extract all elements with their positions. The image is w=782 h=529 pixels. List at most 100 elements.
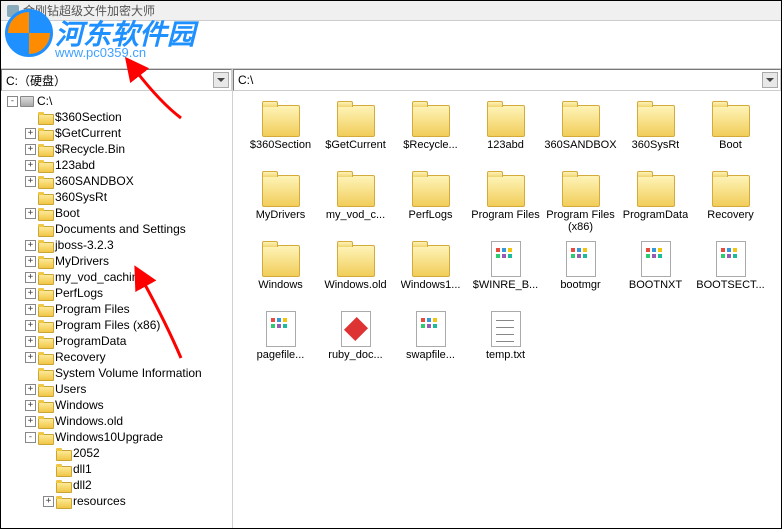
item-label: BOOTSECT... (696, 279, 764, 291)
folder-icon (635, 171, 677, 207)
tree-node[interactable]: +Program Files (x86) (1, 317, 232, 333)
folder-item[interactable]: Windows1... (393, 241, 468, 311)
tree-node[interactable]: +MyDrivers (1, 253, 232, 269)
file-item[interactable]: ruby_doc... (318, 311, 393, 381)
tree-node-label: System Volume Information (55, 366, 202, 380)
file-icon (491, 311, 521, 347)
tree-node[interactable]: +Windows (1, 397, 232, 413)
tree-node[interactable]: dll1 (1, 461, 232, 477)
expand-icon[interactable]: + (25, 160, 36, 171)
folder-item[interactable]: $360Section (243, 101, 318, 171)
collapse-icon[interactable]: - (25, 432, 36, 443)
tree-node-label: 2052 (73, 446, 100, 460)
folder-icon (56, 496, 70, 507)
folder-icon (560, 171, 602, 207)
tree-node[interactable]: +$Recycle.Bin (1, 141, 232, 157)
tree-node[interactable]: +Recovery (1, 349, 232, 365)
tree-node[interactable]: 360SysRt (1, 189, 232, 205)
tree-node[interactable]: +Program Files (1, 301, 232, 317)
file-item[interactable]: pagefile... (243, 311, 318, 381)
tree-node-label: Users (55, 382, 86, 396)
tree-node[interactable]: +360SANDBOX (1, 173, 232, 189)
expand-icon[interactable]: + (25, 272, 36, 283)
folder-item[interactable]: ProgramData (618, 171, 693, 241)
file-grid[interactable]: $360Section$GetCurrent$Recycle...123abd3… (233, 91, 781, 528)
folder-icon (56, 480, 70, 491)
expand-icon[interactable]: + (25, 288, 36, 299)
folder-item[interactable]: 360SysRt (618, 101, 693, 171)
folder-icon (410, 171, 452, 207)
item-label: temp.txt (486, 349, 525, 361)
chevron-down-icon[interactable] (213, 72, 229, 88)
expand-icon[interactable]: + (25, 240, 36, 251)
folder-item[interactable]: $GetCurrent (318, 101, 393, 171)
file-item[interactable]: temp.txt (468, 311, 543, 381)
file-item[interactable]: bootmgr (543, 241, 618, 311)
tree-node[interactable]: +resources (1, 493, 232, 509)
tree-node[interactable]: System Volume Information (1, 365, 232, 381)
file-icon (566, 241, 596, 277)
folder-item[interactable]: Boot (693, 101, 768, 171)
tree-node[interactable]: +my_vod_caching (1, 269, 232, 285)
expand-icon[interactable]: + (25, 256, 36, 267)
expand-icon[interactable]: + (25, 144, 36, 155)
expand-icon[interactable]: + (25, 384, 36, 395)
path-field[interactable]: C:\ (233, 69, 781, 91)
tree-node[interactable]: dll2 (1, 477, 232, 493)
collapse-icon[interactable]: - (7, 96, 18, 107)
folder-icon (38, 176, 52, 187)
folder-item[interactable]: 123abd (468, 101, 543, 171)
tree-node-label: 123abd (55, 158, 95, 172)
item-label: Windows (258, 279, 303, 291)
folder-item[interactable]: PerfLogs (393, 171, 468, 241)
expand-icon[interactable]: + (43, 496, 54, 507)
expand-icon[interactable]: + (25, 336, 36, 347)
tree-node[interactable]: +123abd (1, 157, 232, 173)
item-label: swapfile... (406, 349, 455, 361)
expand-icon[interactable]: + (25, 320, 36, 331)
tree-node[interactable]: + Users (1, 381, 232, 397)
file-item[interactable]: $WINRE_B... (468, 241, 543, 311)
item-label: ProgramData (623, 209, 688, 221)
chevron-down-icon[interactable] (762, 72, 778, 88)
folder-item[interactable]: Recovery (693, 171, 768, 241)
expand-icon[interactable]: + (25, 208, 36, 219)
expand-icon[interactable]: + (25, 304, 36, 315)
expand-icon[interactable]: + (25, 128, 36, 139)
tree-node[interactable]: -Windows10Upgrade (1, 429, 232, 445)
tree-node[interactable]: +PerfLogs (1, 285, 232, 301)
file-item[interactable]: BOOTNXT (618, 241, 693, 311)
folder-item[interactable]: Program Files (x86) (543, 171, 618, 241)
file-item[interactable]: swapfile... (393, 311, 468, 381)
tree-node[interactable]: +jboss-3.2.3 (1, 237, 232, 253)
item-label: 360SANDBOX (544, 139, 616, 151)
tree-spacer (43, 464, 54, 475)
expand-icon[interactable]: + (25, 352, 36, 363)
tree-node[interactable]: +$GetCurrent (1, 125, 232, 141)
folder-item[interactable]: my_vod_c... (318, 171, 393, 241)
tree-node[interactable]: +Boot (1, 205, 232, 221)
folder-tree[interactable]: -C:\$360Section+$GetCurrent+$Recycle.Bin… (1, 91, 232, 528)
file-item[interactable]: BOOTSECT... (693, 241, 768, 311)
folder-icon (38, 144, 52, 155)
tree-node[interactable]: $360Section (1, 109, 232, 125)
folder-icon (38, 352, 52, 363)
tree-node[interactable]: + Windows.old (1, 413, 232, 429)
tree-node[interactable]: -C:\ (1, 93, 232, 109)
folder-item[interactable]: Program Files (468, 171, 543, 241)
tree-node[interactable]: Documents and Settings (1, 221, 232, 237)
tree-node[interactable]: 2052 (1, 445, 232, 461)
folder-item[interactable]: MyDrivers (243, 171, 318, 241)
folder-item[interactable]: Windows.old (318, 241, 393, 311)
expand-icon[interactable]: + (25, 400, 36, 411)
folder-item[interactable]: Windows (243, 241, 318, 311)
expand-icon[interactable]: + (25, 416, 36, 427)
tree-node[interactable]: +ProgramData (1, 333, 232, 349)
folder-icon (38, 288, 52, 299)
tree-node-label: Windows.old (55, 414, 123, 428)
folder-item[interactable]: $Recycle... (393, 101, 468, 171)
expand-icon[interactable]: + (25, 176, 36, 187)
item-label: Windows.old (324, 279, 386, 291)
folder-item[interactable]: 360SANDBOX (543, 101, 618, 171)
drive-combobox[interactable]: C:（硬盘） (1, 69, 232, 91)
